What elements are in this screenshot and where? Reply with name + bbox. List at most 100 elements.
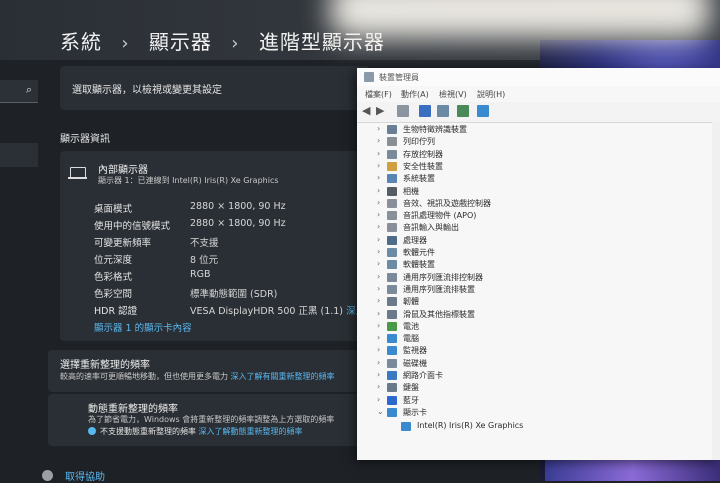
tree-node-label: 存放控制器: [403, 149, 443, 159]
forward-icon[interactable]: ▶: [376, 104, 388, 117]
tree-node-label: 顯示卡: [403, 407, 427, 417]
device-category-icon: [387, 186, 397, 196]
tree-node-label: 生物特徵辨識裝置: [403, 125, 467, 134]
device-category-icon: [387, 198, 397, 208]
chevron-right-icon[interactable]: ›: [377, 272, 380, 281]
chevron-right-icon[interactable]: ›: [377, 358, 380, 367]
menu-file[interactable]: 檔案(F): [365, 89, 392, 100]
tree-node-label: 鍵盤: [403, 383, 419, 393]
menu-view[interactable]: 檢視(V): [439, 89, 467, 100]
title-bar: 裝置管理員: [357, 68, 720, 86]
select-display-card[interactable]: 選取顯示器，以檢視或變更其設定: [60, 66, 370, 110]
chevron-right-icon[interactable]: ›: [377, 382, 380, 391]
device-category-icon: [387, 272, 397, 282]
chevron-right-icon[interactable]: ›: [377, 136, 380, 145]
tree-node-label: Intel(R) Iris(R) Xe Graphics: [417, 421, 524, 431]
device-category-icon: [387, 309, 397, 319]
tree-node-label: 列印佇列: [403, 137, 435, 147]
device-category-icon: [387, 211, 397, 221]
device-category-icon: [387, 223, 397, 233]
section-title: 顯示器資訊: [60, 134, 110, 145]
breadcrumb-chevron-icon: ›: [121, 33, 130, 54]
update-driver-icon[interactable]: [437, 105, 449, 117]
chevron-right-icon[interactable]: ›: [377, 296, 380, 305]
spec-value: 2880 × 1800, 90 Hz: [190, 201, 286, 212]
chevron-right-icon[interactable]: ›: [377, 309, 380, 318]
dynamic-refresh-title: 動態重新整理的頻率: [88, 404, 178, 415]
spec-label: 位元深度: [94, 255, 133, 266]
tree-node-label: 通用序列匯流排控制器: [403, 272, 483, 282]
tree-node-label: 電池: [403, 321, 419, 331]
chevron-right-icon[interactable]: ›: [377, 321, 380, 330]
scrollbar[interactable]: [712, 122, 720, 460]
chevron-right-icon[interactable]: ›: [377, 198, 380, 207]
refresh-rate-card[interactable]: 選擇重新整理的頻率 較高的速率可更順暢地移動，但也使用更多電力 深入了解有關重新…: [48, 350, 368, 392]
chevron-right-icon[interactable]: ›: [377, 173, 380, 182]
chevron-right-icon[interactable]: ›: [377, 222, 380, 231]
tree-node-label: 處理器: [403, 235, 427, 245]
display-adapter-icon: [401, 422, 411, 432]
back-icon[interactable]: ◀: [362, 104, 374, 117]
properties-icon[interactable]: [397, 105, 409, 117]
spec-label: 可變更新頻率: [94, 238, 152, 249]
dynamic-refresh-link[interactable]: 深入了解動態重新整理的頻率: [199, 427, 303, 436]
sidebar-item-selected[interactable]: [0, 143, 38, 167]
device-category-icon: [387, 383, 397, 393]
adapter-properties-link[interactable]: 顯示器 1 的顯示卡內容: [94, 320, 192, 334]
device-category-icon: [387, 297, 397, 307]
chevron-right-icon[interactable]: ›: [377, 149, 380, 158]
spec-label: 色彩格式: [94, 272, 133, 283]
device-category-icon: [387, 248, 397, 257]
spec-value: 8 位元: [190, 255, 219, 266]
spec-value: VESA DisplayHDR 500 正黑 (1.1) 深入了: [190, 303, 375, 317]
chevron-right-icon[interactable]: ›: [377, 395, 380, 404]
monitor-icon[interactable]: [477, 105, 489, 117]
chevron-right-icon[interactable]: ›: [377, 345, 380, 354]
chevron-right-icon[interactable]: ›: [377, 210, 380, 219]
spec-label: 色彩空間: [94, 289, 133, 300]
menu-help[interactable]: 說明(H): [477, 89, 505, 100]
device-category-icon: [387, 125, 397, 134]
chevron-right-icon[interactable]: ›: [377, 247, 380, 256]
chevron-right-icon[interactable]: ›: [377, 370, 380, 379]
refresh-rate-link[interactable]: 深入了解有關重新整理的頻率: [231, 372, 335, 381]
tree-node-label: 音效、視訊及遊戲控制器: [403, 198, 491, 208]
scan-hardware-icon[interactable]: [457, 105, 469, 117]
toolbar: ◀ ▶: [357, 102, 720, 123]
display-name: 內部顯示器: [98, 165, 148, 176]
chevron-right-icon[interactable]: ›: [377, 259, 380, 268]
device-category-icon: [387, 161, 397, 171]
tree-node-label: 滑鼠及其他指標裝置: [403, 309, 475, 319]
refresh-rate-title: 選擇重新整理的頻率: [60, 360, 150, 371]
device-category-icon: [387, 407, 397, 417]
chevron-right-icon[interactable]: ›: [377, 235, 380, 244]
search-icon: ⌕: [25, 83, 32, 96]
menu-action[interactable]: 動作(A): [401, 89, 429, 100]
display-subtitle: 顯示器 1：已連線到 Intel(R) Iris(R) Xe Graphics: [98, 176, 279, 185]
chevron-right-icon[interactable]: ›: [377, 186, 380, 195]
chevron-right-icon[interactable]: ›: [377, 333, 380, 342]
search-input[interactable]: ⌕: [0, 80, 38, 103]
breadcrumb-system[interactable]: 系統: [60, 30, 102, 54]
help-icon[interactable]: [419, 105, 431, 117]
device-category-icon: [387, 334, 397, 344]
chevron-right-icon[interactable]: ›: [377, 284, 380, 293]
info-icon: [88, 427, 96, 435]
tree-node-label: 監視器: [403, 346, 427, 356]
refresh-rate-desc: 較高的速率可更順暢地移動，但也使用更多電力 深入了解有關重新整理的頻率: [60, 372, 335, 381]
device-category-icon: [387, 371, 397, 380]
breadcrumb-chevron-icon: ›: [231, 33, 240, 54]
chevron-right-icon[interactable]: ›: [377, 124, 380, 133]
breadcrumb-display[interactable]: 顯示器: [149, 30, 212, 54]
spec-value: 標準動態範圍 (SDR): [190, 289, 278, 300]
chevron-down-icon[interactable]: ⌄: [377, 407, 384, 416]
tree-node-label: 安全性裝置: [403, 161, 443, 171]
tree-node-label: 音訊處理物件 (APO): [403, 211, 477, 221]
device-manager-window: 裝置管理員 檔案(F) 動作(A) 檢視(V) 說明(H) ◀ ▶ › 生物特徵辨…: [357, 68, 720, 460]
tree-node-label: 韌體: [403, 297, 419, 307]
display-info-card: 內部顯示器 顯示器 1：已連線到 Intel(R) Iris(R) Xe Gra…: [60, 151, 375, 341]
tree-node-label: 相機: [403, 186, 419, 196]
device-category-icon: [387, 149, 397, 159]
device-category-icon: [387, 346, 397, 356]
chevron-right-icon[interactable]: ›: [377, 161, 380, 170]
